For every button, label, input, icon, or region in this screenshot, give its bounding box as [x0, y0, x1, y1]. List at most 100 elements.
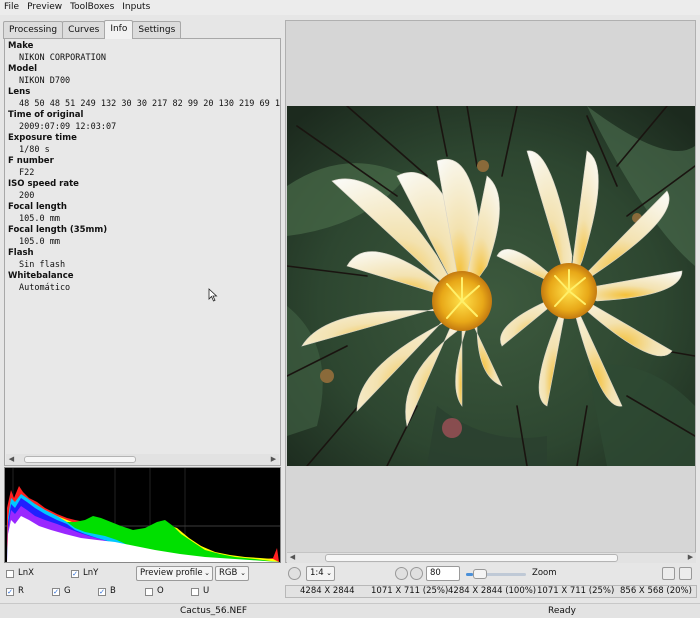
scroll-right-arrow-icon[interactable]: ▶: [269, 455, 278, 464]
exif-label: ISO speed rate: [8, 179, 79, 189]
zoom-value: 80: [430, 568, 441, 578]
channel-o-label: O: [157, 586, 164, 596]
exif-value: 1/80 s: [19, 144, 50, 155]
scrollbar-thumb[interactable]: [325, 554, 618, 562]
tab-processing[interactable]: Processing: [3, 21, 64, 39]
lnx-label: LnX: [18, 568, 34, 578]
chevron-down-icon: ⌄: [204, 569, 210, 577]
exif-label: F number: [8, 156, 54, 166]
channel-g-checkbox[interactable]: ✓: [52, 588, 60, 596]
lny-label: LnY: [83, 568, 99, 578]
exif-label: Focal length (35mm): [8, 225, 108, 235]
preview-profile-value: Preview profile: [140, 568, 203, 578]
exif-label: Lens: [8, 87, 31, 97]
scroll-left-arrow-icon[interactable]: ◀: [7, 455, 16, 464]
exif-list: Make NIKON CORPORATION Model NIKON D700 …: [8, 41, 280, 294]
colorspace-value: RGB: [219, 568, 238, 578]
menu-preview[interactable]: Preview: [23, 0, 66, 15]
scroll-right-arrow-icon[interactable]: ▶: [686, 553, 695, 562]
zoom-ratio-select[interactable]: 1:4 ⌄: [306, 566, 335, 581]
exif-entry-make: Make NIKON CORPORATION: [8, 41, 280, 64]
size-display: 856 X 568 (20%): [620, 586, 692, 596]
exif-entry-lens: Lens 48 50 48 51 249 132 30 30 217 82 99…: [8, 87, 280, 110]
tab-settings[interactable]: Settings: [132, 21, 182, 39]
zoom-value-spinbox[interactable]: 80: [426, 566, 460, 581]
histogram: [4, 467, 281, 563]
zoom-out-icon[interactable]: [410, 567, 423, 580]
size-full: 4284 X 2844 (100%): [448, 586, 537, 596]
exif-entry-model: Model NIKON D700: [8, 64, 280, 87]
exif-entry-iso: ISO speed rate 200: [8, 179, 280, 202]
channel-u-checkbox[interactable]: [191, 588, 199, 596]
exif-value: 2009:07:09 12:03:07: [19, 121, 117, 132]
channel-b-checkbox[interactable]: ✓: [98, 588, 106, 596]
zoom-slider-handle[interactable]: [473, 569, 488, 579]
exif-label: Flash: [8, 248, 34, 258]
exif-label: Exposure time: [8, 133, 77, 143]
fullscreen-icon[interactable]: [679, 567, 692, 580]
fit-zoom-icon[interactable]: [288, 567, 301, 580]
exif-label: Model: [8, 64, 38, 74]
exif-value: NIKON D700: [19, 75, 71, 86]
exif-value: 200: [19, 190, 35, 201]
toolbox-tabs: Processing Curves Info Settings: [3, 20, 182, 39]
exif-value: NIKON CORPORATION: [19, 52, 106, 63]
colorspace-select[interactable]: RGB ⌄: [215, 566, 249, 581]
zoom-label: Zoom: [532, 568, 557, 578]
exif-value: 48 50 48 51 249 132 30 30 217 82 99 20 1…: [19, 98, 280, 109]
exif-label: Make: [8, 41, 34, 51]
info-horizontal-scrollbar[interactable]: ◀ ▶: [6, 454, 279, 465]
preview-profile-select[interactable]: Preview profile ⌄: [136, 566, 213, 581]
zoom-ratio-value: 1:4: [310, 568, 324, 578]
chevron-down-icon: ⌄: [326, 569, 332, 577]
exif-entry-exposure: Exposure time 1/80 s: [8, 133, 280, 156]
menu-inputs[interactable]: Inputs: [118, 0, 154, 15]
scrollbar-thumb[interactable]: [24, 456, 136, 463]
status-state: Ready: [548, 606, 576, 616]
exif-value: Automático: [19, 282, 71, 293]
exif-entry-focal: Focal length 105.0 mm: [8, 202, 280, 225]
save-icon[interactable]: [662, 567, 675, 580]
menu-toolboxes[interactable]: ToolBoxes: [66, 0, 118, 15]
zoom-slider-fill: [466, 573, 474, 576]
exif-label: Time of original: [8, 110, 84, 120]
channel-u-label: U: [203, 586, 210, 596]
tab-info[interactable]: Info: [104, 20, 134, 39]
histogram-graph: [5, 468, 280, 562]
channel-r-label: R: [18, 586, 24, 596]
chevron-down-icon: ⌄: [240, 569, 246, 577]
exif-entry-fnumber: F number F22: [8, 156, 280, 179]
viewer-horizontal-scrollbar[interactable]: ◀ ▶: [287, 552, 696, 563]
zoom-in-icon[interactable]: [395, 567, 408, 580]
status-filename: Cactus_56.NEF: [180, 606, 248, 616]
channel-b-label: B: [110, 586, 116, 596]
status-bar: Cactus_56.NEF Ready: [0, 603, 700, 618]
exif-entry-time: Time of original 2009:07:09 12:03:07: [8, 110, 280, 133]
size-preview: 1071 X 711 (25%): [371, 586, 449, 596]
preview-image[interactable]: [287, 106, 695, 466]
exif-entry-flash: Flash Sin flash: [8, 248, 280, 271]
lny-checkbox[interactable]: ✓: [71, 570, 79, 578]
channel-g-label: G: [64, 586, 71, 596]
menu-file[interactable]: File: [0, 0, 23, 15]
exif-entry-whitebalance: Whitebalance Automático: [8, 271, 280, 294]
size-scaled: 1071 X 711 (25%): [537, 586, 615, 596]
mouse-pointer-icon: [208, 288, 218, 302]
exif-label: Focal length: [8, 202, 67, 212]
channel-r-checkbox[interactable]: ✓: [6, 588, 14, 596]
menu-bar: File Preview ToolBoxes Inputs: [0, 0, 700, 15]
size-original: 4284 X 2844: [300, 586, 355, 596]
exif-label: Whitebalance: [8, 271, 74, 281]
exif-value: F22: [19, 167, 35, 178]
cactus-flower-photo: [287, 106, 695, 466]
channel-o-checkbox[interactable]: [145, 588, 153, 596]
exif-value: Sin flash: [19, 259, 66, 270]
lnx-checkbox[interactable]: [6, 570, 14, 578]
scroll-left-arrow-icon[interactable]: ◀: [288, 553, 297, 562]
preview-viewer[interactable]: ◀ ▶: [285, 20, 696, 563]
tab-curves[interactable]: Curves: [62, 21, 106, 39]
exif-entry-focal35: Focal length (35mm) 105.0 mm: [8, 225, 280, 248]
info-panel: Make NIKON CORPORATION Model NIKON D700 …: [4, 38, 281, 466]
exif-value: 105.0 mm: [19, 236, 60, 247]
exif-value: 105.0 mm: [19, 213, 60, 224]
